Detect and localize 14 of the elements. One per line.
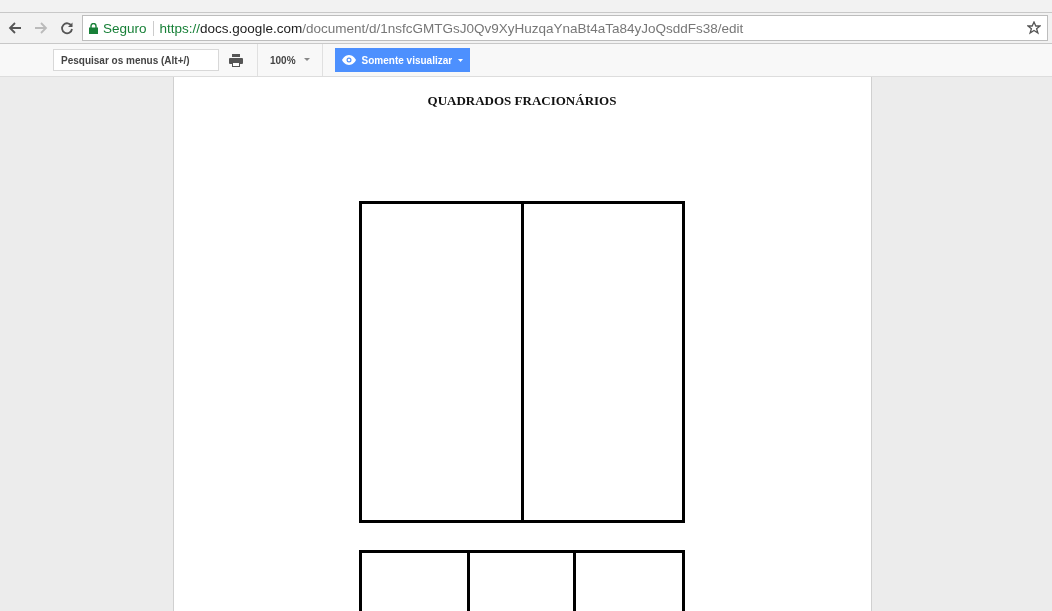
reload-icon[interactable] [60, 21, 74, 35]
url-text: https://docs.google.com/document/d/1nsfcGMTGsJ0Qv9XyHuzqaYnaBt4aTa84yJoQsddFs38/edit [159, 20, 744, 36]
address-bar[interactable]: Seguro https://docs.google.com/document/d/1nsfcGMTGsJ0Qv9XyHuzqaYnaBt4aTa84yJoQsddFs38/edit [82, 15, 1048, 41]
back-icon[interactable] [8, 21, 22, 35]
security-label: Seguro [103, 20, 147, 36]
caret-icon [458, 58, 464, 62]
caret-icon [303, 58, 310, 62]
lock-icon [89, 22, 98, 34]
eye-icon [341, 55, 356, 65]
zoom-dropdown[interactable]: 100% [270, 54, 310, 66]
search-field[interactable]: Pesquisar os menus (Alt+/) [53, 49, 219, 71]
document-title: QUADRADOS FRACIONÁRIOS [427, 93, 617, 109]
print-icon[interactable] [229, 53, 243, 67]
bookmark-star-icon[interactable] [1027, 21, 1041, 35]
